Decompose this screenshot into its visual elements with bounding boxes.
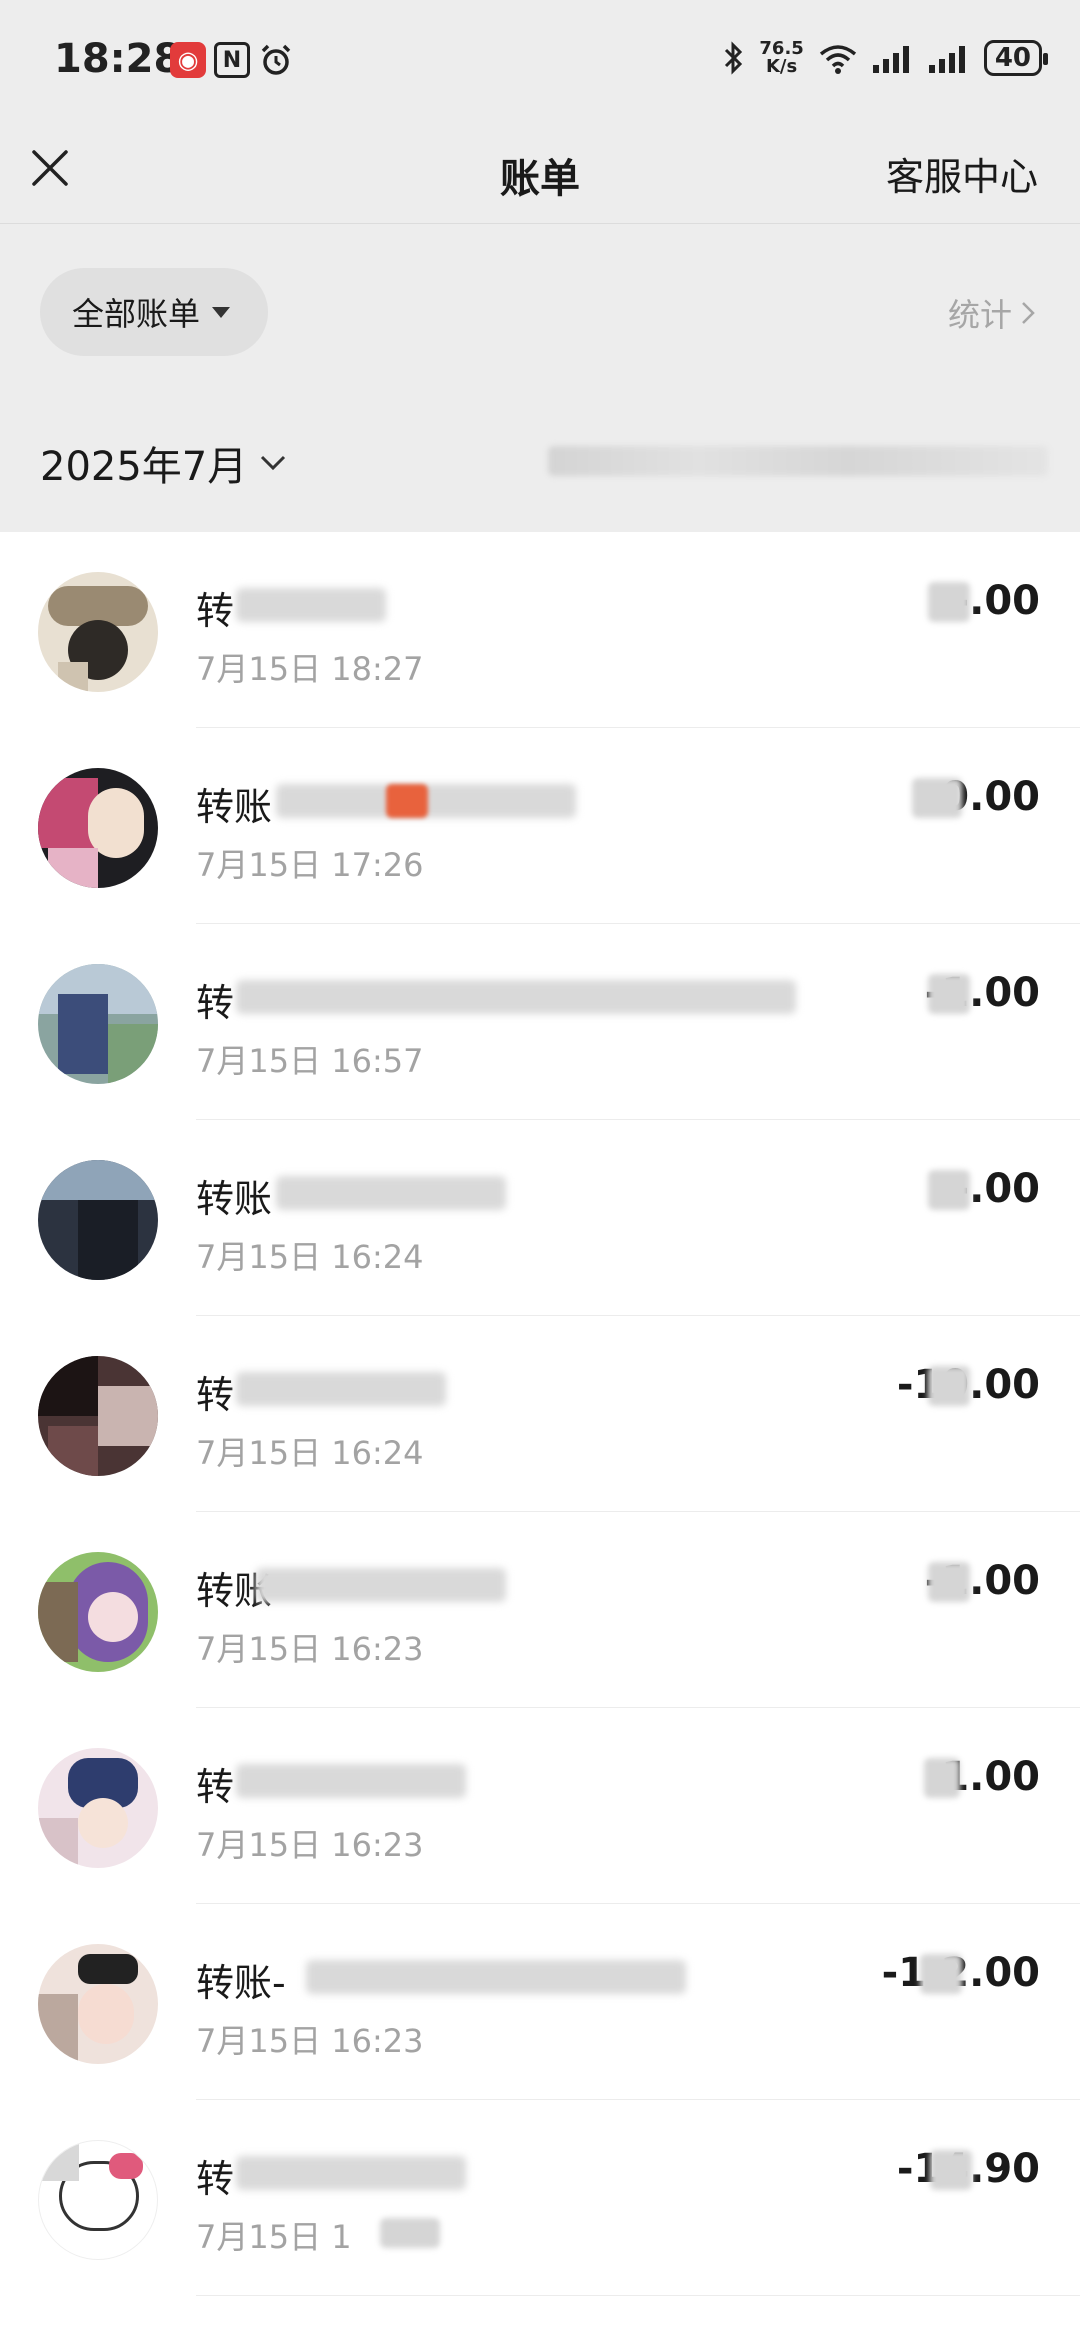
redacted-amount <box>912 778 962 818</box>
redacted-amount <box>920 1954 962 1994</box>
transaction-row[interactable]: 转 7月15日 18:27 -.00 <box>0 532 1080 728</box>
statistics-label: 统计 <box>947 296 1012 334</box>
month-summary-redacted <box>548 446 1048 476</box>
redacted-amount <box>928 1562 970 1602</box>
app-notification-icon: ◉ <box>170 42 206 78</box>
avatar <box>38 1160 158 1280</box>
status-time: 18:28 <box>54 36 182 82</box>
transaction-row[interactable]: 转 7月15日 16:24 -10.00 <box>0 1316 1080 1512</box>
redacted-text <box>306 1960 686 1994</box>
redacted-amount <box>928 974 970 1014</box>
transaction-time: 7月15日 16:23 <box>196 2022 424 2060</box>
transaction-time: 7月15日 16:24 <box>196 1238 424 1276</box>
nfc-icon: N <box>214 42 250 78</box>
transaction-title: 转 <box>196 2157 235 2201</box>
redacted-amount <box>928 582 970 622</box>
nav-bar: 账单 客服中心 <box>0 120 1080 224</box>
redacted-text <box>236 1764 466 1798</box>
transaction-title: 转 <box>196 1373 235 1417</box>
transaction-row[interactable]: 转账 7月15日 17:26 0.00 <box>0 728 1080 924</box>
system-status-icons: 76.5 K/s 40 <box>723 38 1049 77</box>
transaction-title: 转 <box>196 589 235 633</box>
transaction-row[interactable]: 转账 7月15日 16:23 -1.00 <box>0 1512 1080 1708</box>
redacted-text <box>236 588 386 622</box>
redacted-amount <box>928 1170 970 1210</box>
transaction-row[interactable]: 转账- 7月15日 16:23 -1.2.00 <box>0 1904 1080 2100</box>
transaction-row[interactable]: 转 7月15日 16:57 -1.00 <box>0 924 1080 1120</box>
transaction-title: 转账 <box>196 785 273 829</box>
divider <box>196 2295 1080 2296</box>
customer-service-link[interactable]: 客服中心 <box>886 146 1038 201</box>
header-area: 18:28 ◉ N 76.5 K/s 40 账单 客服中心 全部账单 统计 20… <box>0 0 1080 532</box>
transaction-title: 转账 <box>196 1177 273 1221</box>
status-bar: 18:28 ◉ N 76.5 K/s 40 <box>0 0 1080 120</box>
wifi-icon <box>819 45 856 74</box>
redacted-amount <box>930 2150 972 2190</box>
transaction-time: 7月15日 16:23 <box>196 1630 424 1668</box>
transaction-list: 转 7月15日 18:27 -.00 转账 7月15日 17:26 0.00 转… <box>0 532 1080 2296</box>
month-label: 2025年7月 <box>40 444 248 490</box>
redacted-text <box>386 784 428 818</box>
avatar <box>38 1944 158 2064</box>
transaction-row[interactable]: 转账 7月15日 16:24 -.00 <box>0 1120 1080 1316</box>
signal-icon-2 <box>928 46 965 73</box>
redacted-amount <box>928 1366 970 1406</box>
alarm-icon <box>258 42 294 78</box>
avatar <box>38 572 158 692</box>
statistics-link[interactable]: 统计 <box>948 290 1036 336</box>
avatar <box>38 1552 158 1672</box>
chevron-down-icon <box>261 455 286 471</box>
transaction-time: 7月15日 16:24 <box>196 1434 424 1472</box>
transaction-row[interactable]: 转 7月15日 16:23 1.00 <box>0 1708 1080 1904</box>
avatar <box>38 1748 158 1868</box>
chevron-right-icon <box>1022 302 1035 324</box>
signal-icon-1 <box>872 46 909 73</box>
notification-icons: ◉ N <box>170 42 294 78</box>
redacted-time <box>380 2218 440 2248</box>
transaction-time: 7月15日 1 <box>196 2218 352 2256</box>
avatar <box>38 2140 158 2260</box>
transaction-time: 7月15日 18:27 <box>196 650 424 688</box>
bluetooth-icon <box>725 41 743 75</box>
redacted-amount <box>924 1758 960 1798</box>
transaction-time: 7月15日 16:57 <box>196 1042 424 1080</box>
redacted-text <box>276 1176 506 1210</box>
network-speed: 76.5 K/s <box>759 38 804 77</box>
transaction-title: 转账- <box>196 1961 286 2005</box>
redacted-text <box>236 2156 466 2190</box>
avatar <box>38 768 158 888</box>
battery-icon: 40 <box>983 40 1049 76</box>
bill-filter-label: 全部账单 <box>72 295 201 333</box>
caret-down-icon <box>212 306 231 318</box>
redacted-text <box>256 1568 506 1602</box>
transaction-title: 转 <box>196 981 235 1025</box>
transaction-title: 转 <box>196 1765 235 1809</box>
transaction-row[interactable]: 转 7月15日 1 -14.90 <box>0 2100 1080 2296</box>
redacted-text <box>236 980 796 1014</box>
redacted-text <box>236 1372 446 1406</box>
avatar <box>38 1356 158 1476</box>
month-selector[interactable]: 2025年7月 <box>40 434 287 492</box>
avatar <box>38 964 158 1084</box>
transaction-time: 7月15日 16:23 <box>196 1826 424 1864</box>
bill-filter-button[interactable]: 全部账单 <box>40 268 269 356</box>
transaction-time: 7月15日 17:26 <box>196 846 424 884</box>
